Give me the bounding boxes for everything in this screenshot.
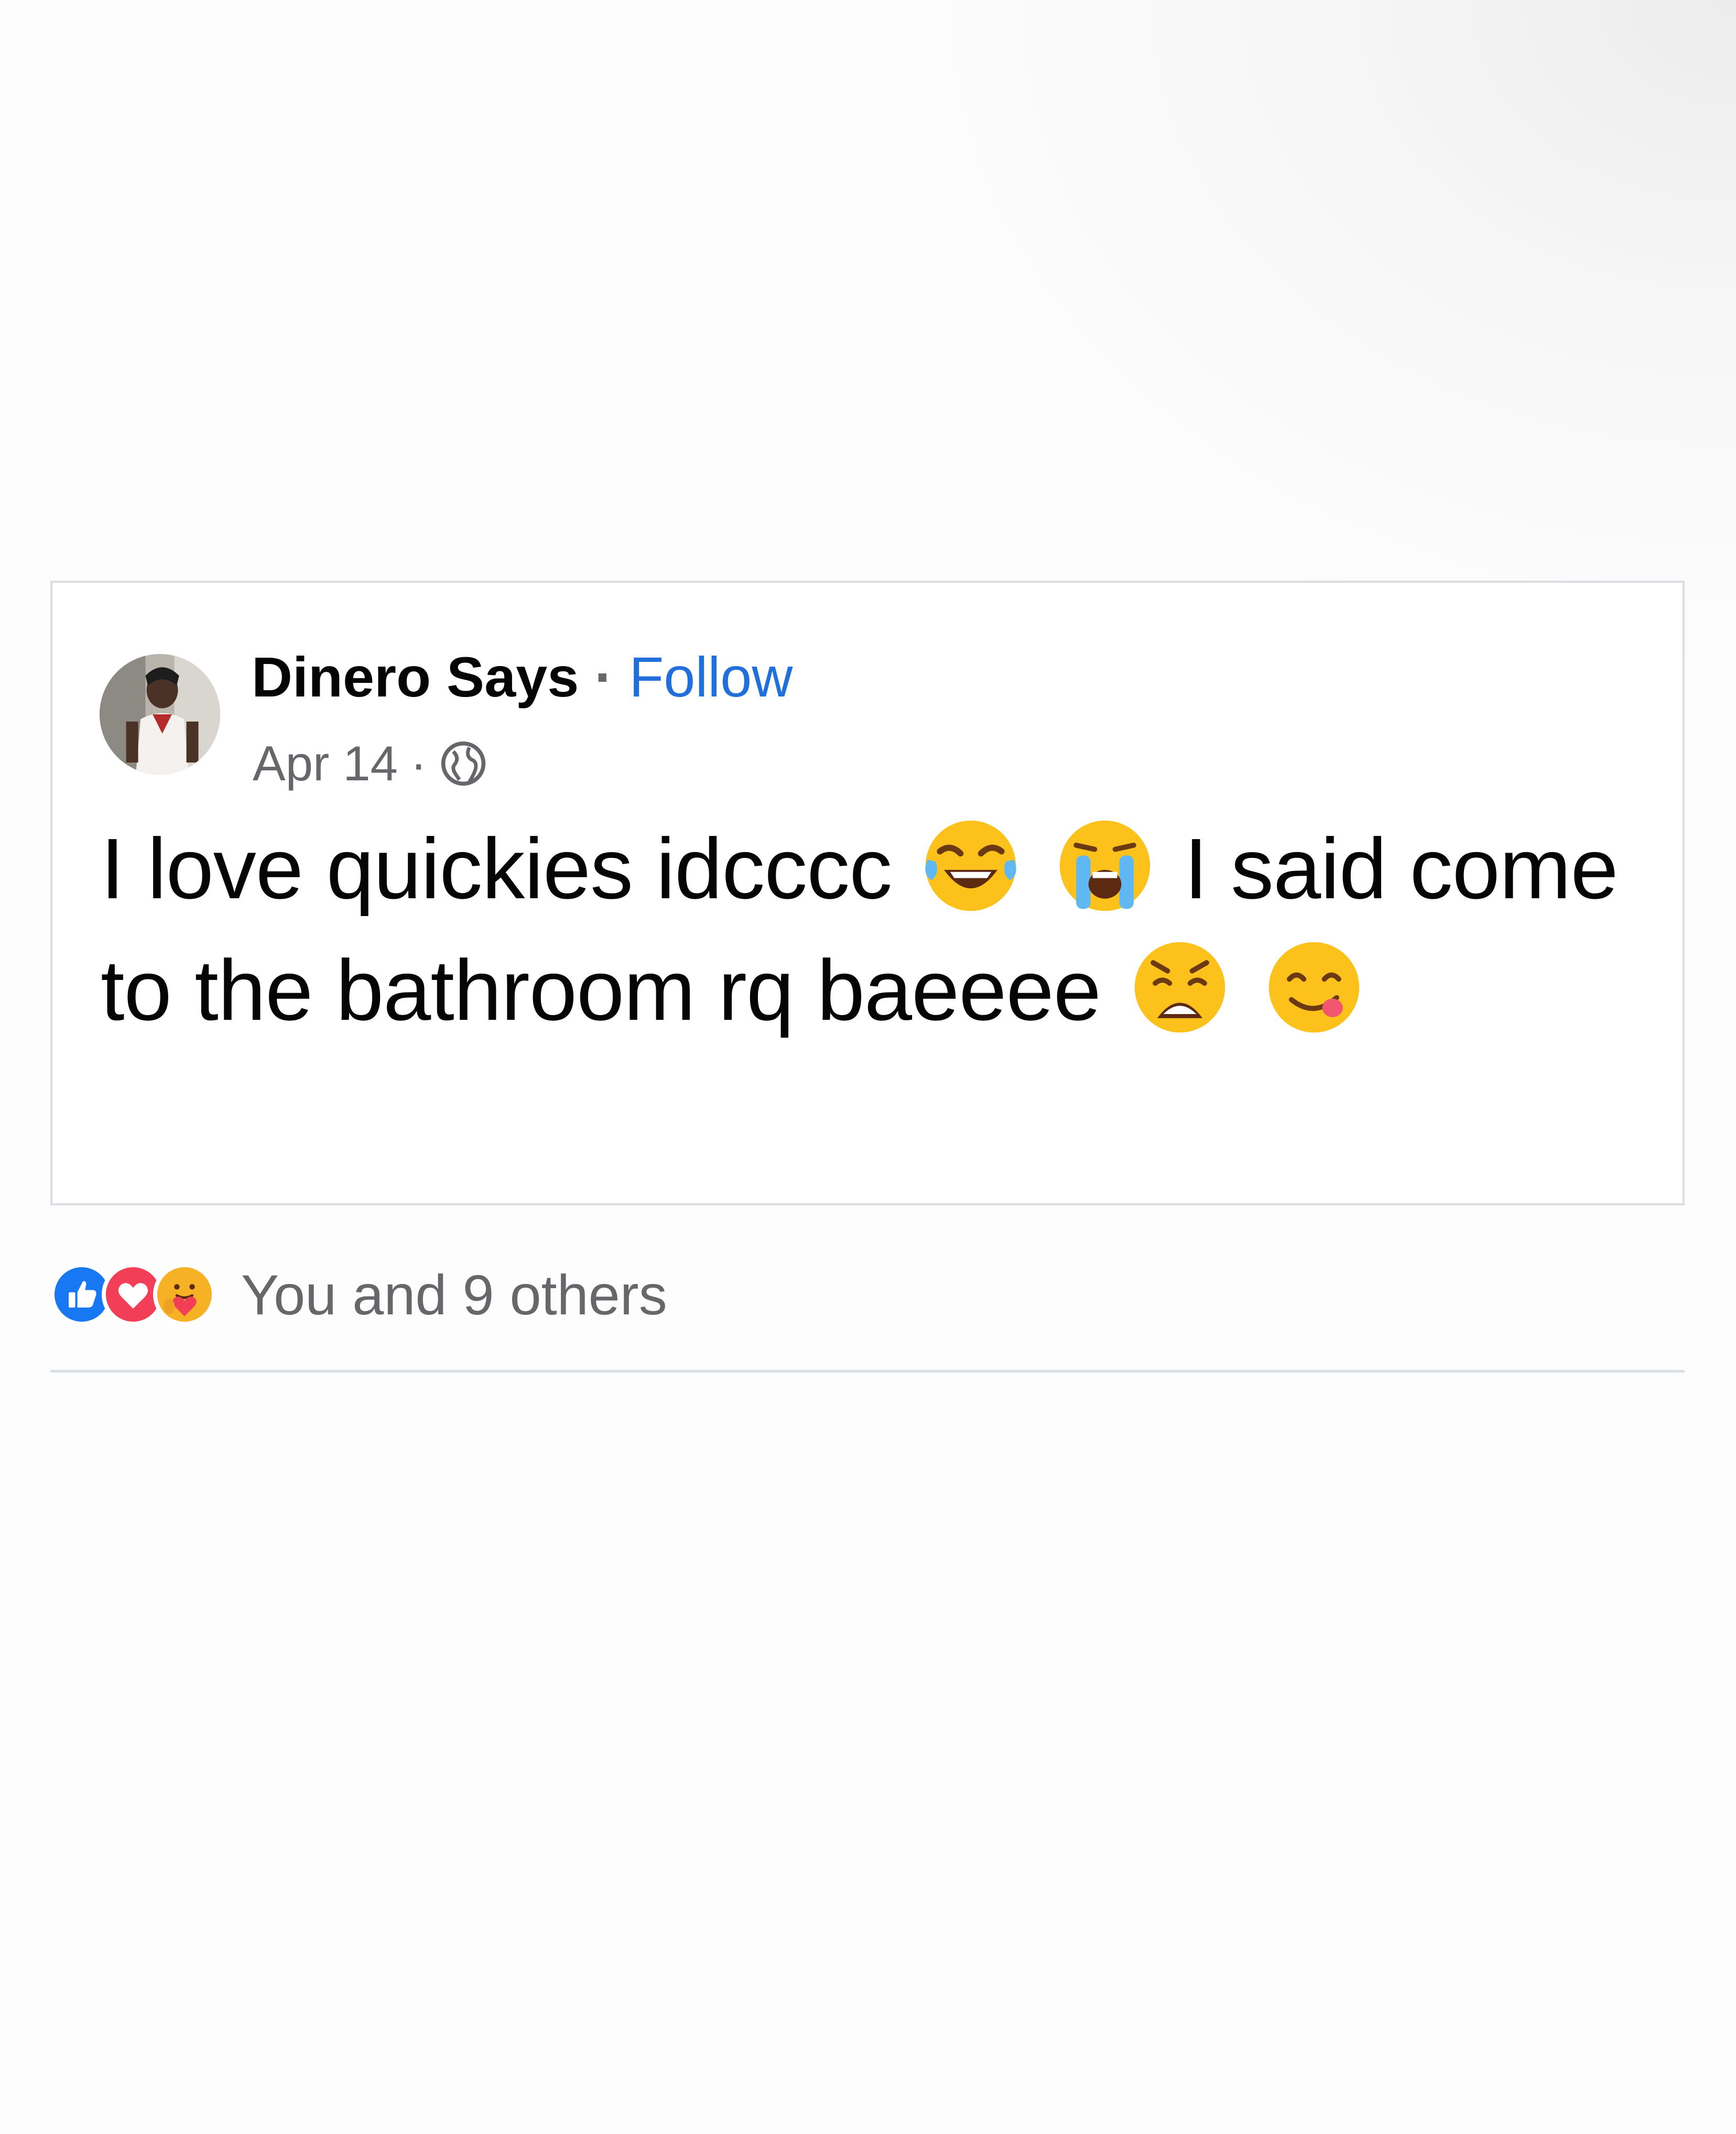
post-message: I love quickies idcccc I said come to th… [101,808,1652,1051]
post-date[interactable]: Apr 14 [253,724,398,803]
face-savoring-food-icon [1263,936,1365,1039]
care-icon [153,1263,216,1326]
reaction-icons [50,1263,216,1326]
face-with-tears-of-joy-icon [919,814,1022,917]
loudly-crying-face-icon [1054,814,1156,917]
weary-face-icon [1129,936,1231,1039]
avatar[interactable] [100,654,220,775]
globe-icon[interactable] [439,739,487,788]
follow-button[interactable]: Follow [629,645,793,709]
header-separator: · [594,645,614,709]
meta-separator: · [410,736,427,791]
post-meta: Apr 14 · [253,724,487,803]
divider [50,1370,1685,1373]
author-name[interactable]: Dinero Says [252,645,579,709]
post-text-part-1: I love quickies idcccc [101,821,892,917]
post-card: Dinero Says · Follow Apr 14 · I love qui… [50,581,1685,1205]
reactions-summary[interactable]: You and 9 others [241,1262,667,1327]
reactions-bar[interactable]: You and 9 others [50,1258,667,1331]
avatar-photo [100,654,220,775]
post-header: Dinero Says · Follow [252,635,793,719]
